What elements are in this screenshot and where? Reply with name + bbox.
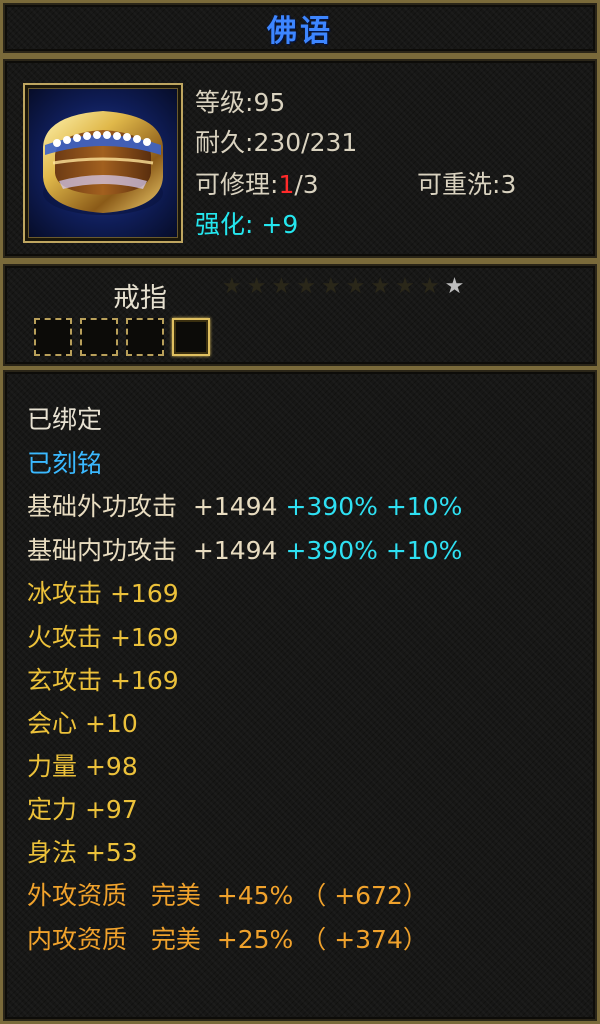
enhance-stat: 强化: +9 <box>195 210 299 239</box>
int-quality-line: 内攻资质 完美 +25% （ +374） <box>27 925 428 954</box>
star-empty-icon: ★ <box>395 274 415 299</box>
xuan-attack-line: 玄攻击 +169 <box>27 666 179 695</box>
attributes-panel: 已绑定 已刻铭 基础外功攻击 +1494 +390% +10% 基础内功攻击 +… <box>0 367 600 1024</box>
star-empty-icon: ★ <box>345 274 366 299</box>
focus-line: 定力 +97 <box>27 795 138 824</box>
tooltip-title-bar: 佛语 <box>0 0 600 56</box>
star-empty-icon: ★ <box>419 274 440 299</box>
ext-attack-line: 基础外功攻击 +1494 +390% +10% <box>27 492 463 521</box>
gem-slot-empty[interactable] <box>34 318 72 356</box>
star-rating: ★ ★ ★ ★ ★ ★ ★ ★ ★ ★ <box>222 274 464 300</box>
gem-slot-active[interactable] <box>172 318 210 356</box>
item-name: 佛语 <box>267 14 333 49</box>
rewash-stat: 可重洗:3 <box>417 170 517 199</box>
fire-attack-line: 火攻击 +169 <box>27 623 179 652</box>
ice-attack-line: 冰攻击 +169 <box>27 579 179 608</box>
engraved-status: 已刻铭 <box>27 449 103 478</box>
repair-stat: 可修理:1/3 <box>195 170 319 199</box>
bound-status: 已绑定 <box>27 405 103 434</box>
item-info-panel: 等级:95 耐久:230/231 可修理:1/3 可重洗:3 强化: +9 <box>0 56 600 261</box>
gold-diamond-ring-icon <box>43 111 163 215</box>
durability-stat: 耐久:230/231 <box>195 128 358 157</box>
gem-slot-empty[interactable] <box>80 318 118 356</box>
item-icon-frame <box>23 83 183 243</box>
crit-line: 会心 +10 <box>27 709 138 738</box>
level-stat: 等级:95 <box>195 88 286 117</box>
item-category: 戒指 <box>113 283 167 314</box>
star-empty-icon: ★ <box>370 274 391 299</box>
star-empty-icon: ★ <box>320 274 341 299</box>
ext-quality-line: 外攻资质 完美 +45% （ +672） <box>27 881 428 910</box>
star-empty-icon: ★ <box>296 274 316 299</box>
gem-slot-empty[interactable] <box>126 318 164 356</box>
int-attack-line: 基础内功攻击 +1494 +390% +10% <box>27 536 463 565</box>
star-empty-icon: ★ <box>222 274 242 299</box>
agility-line: 身法 +53 <box>27 838 138 867</box>
star-empty-icon: ★ <box>271 274 292 299</box>
star-filled-icon: ★ <box>444 274 465 299</box>
strength-line: 力量 +98 <box>27 752 138 781</box>
gem-slots <box>34 318 210 356</box>
star-empty-icon: ★ <box>246 274 267 299</box>
